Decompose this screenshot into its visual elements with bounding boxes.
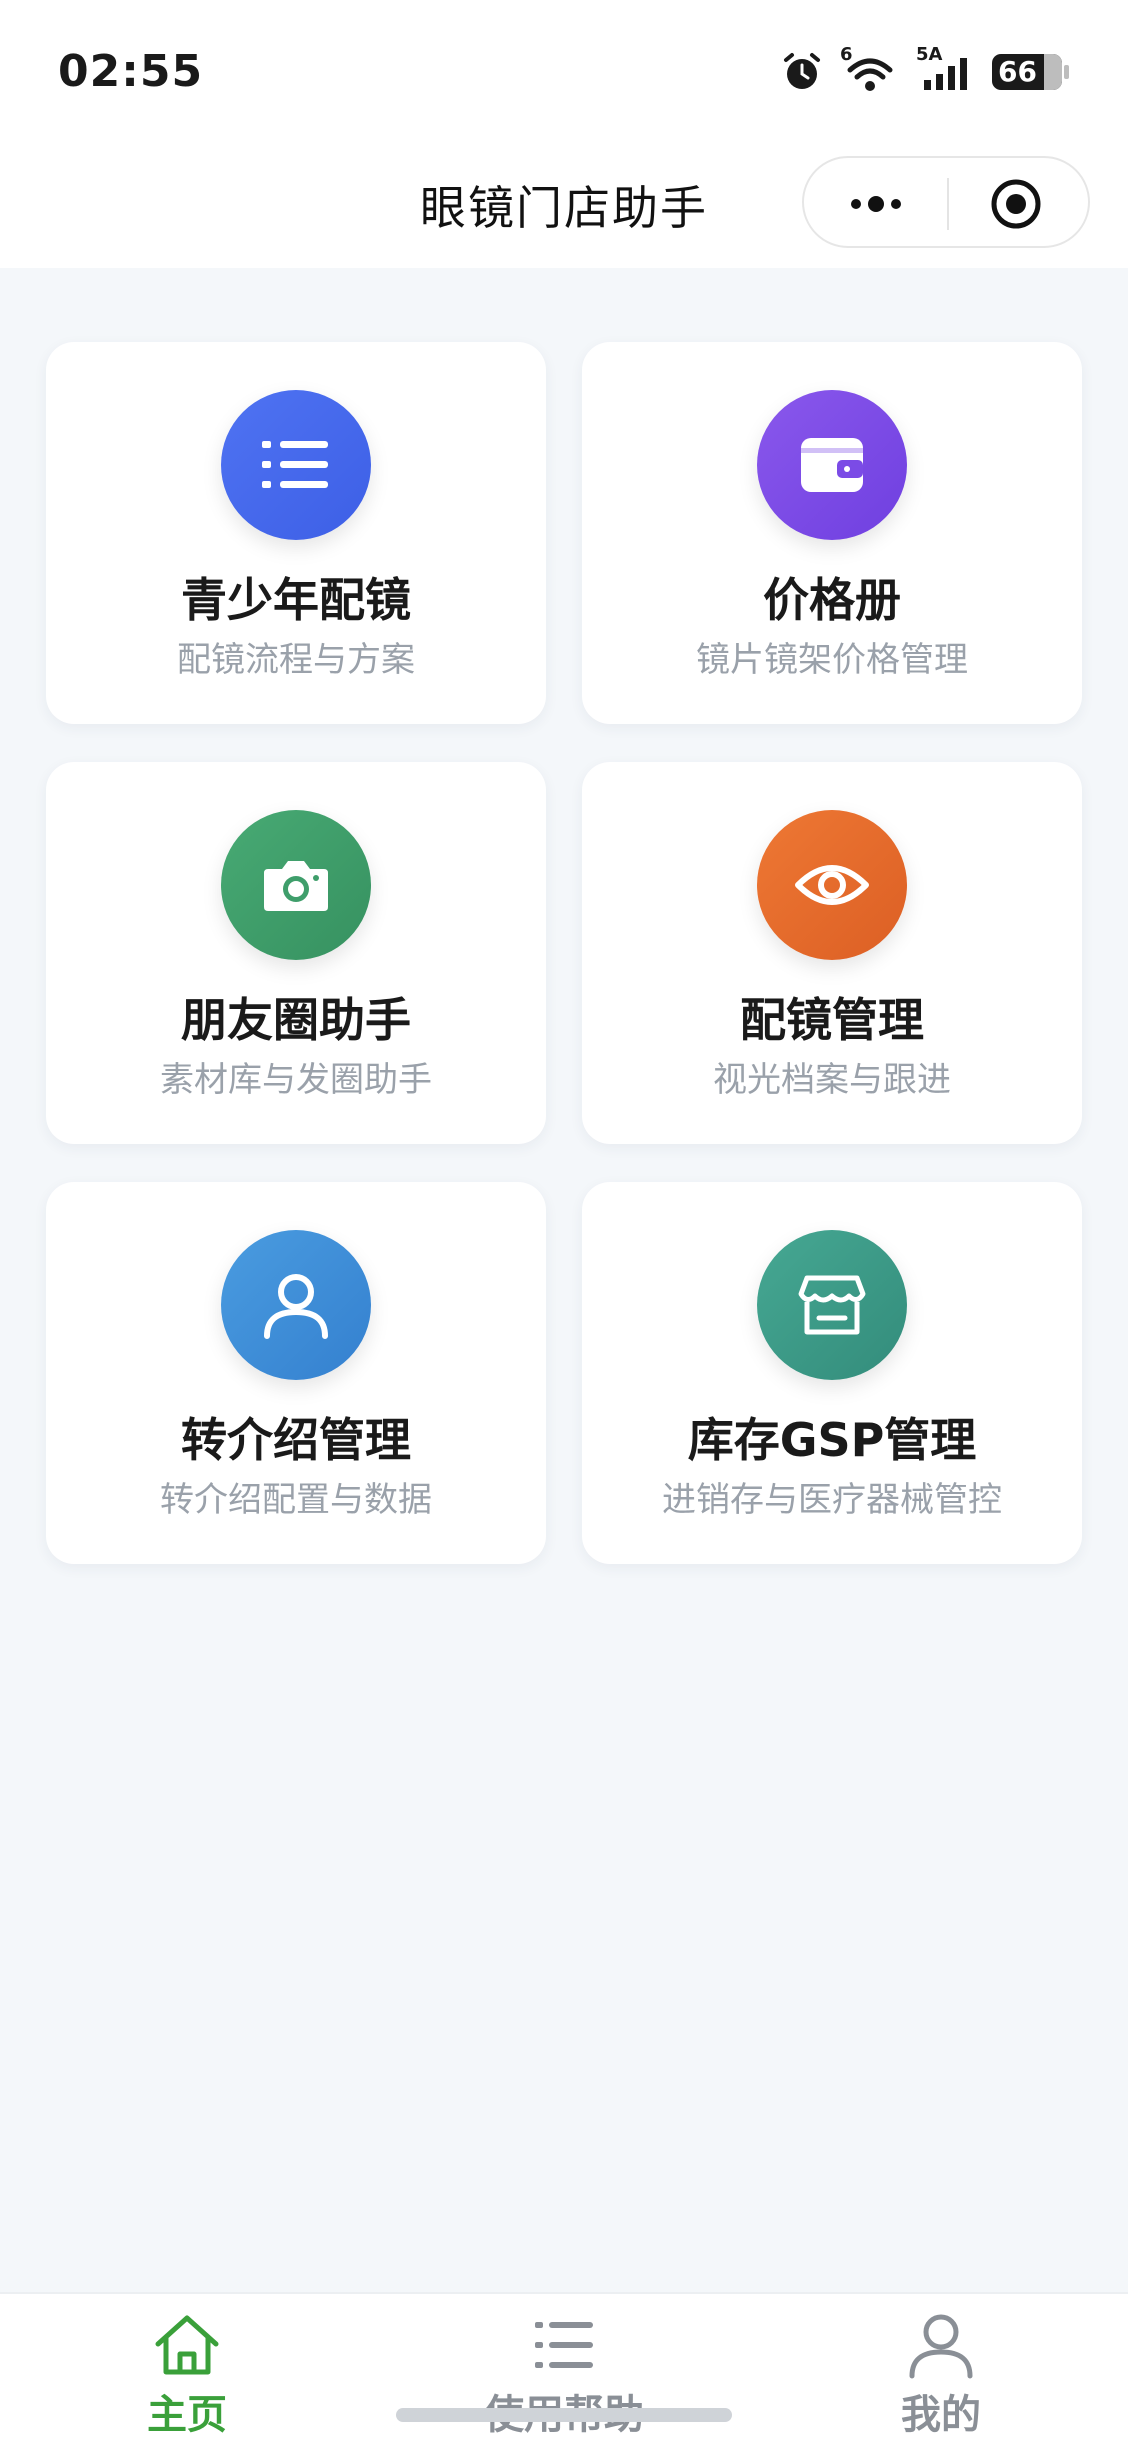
card-icon-wrap xyxy=(757,390,907,540)
card-moments-assistant[interactable]: 朋友圈助手 素材库与发圈助手 xyxy=(46,762,546,1144)
card-subtitle: 镜片镜架价格管理 xyxy=(696,640,968,680)
alarm-icon xyxy=(784,53,820,89)
card-title: 青少年配镜 xyxy=(181,573,411,627)
card-title: 价格册 xyxy=(763,573,901,627)
camera-icon xyxy=(264,861,328,911)
tab-home[interactable]: 主页 xyxy=(57,2294,317,2444)
card-inventory-gsp[interactable]: 库存GSP管理 进销存与医疗器械管控 xyxy=(582,1182,1082,1564)
card-title: 转介绍管理 xyxy=(181,1413,411,1467)
list-icon xyxy=(535,2322,593,2368)
tab-label: 主页 xyxy=(147,2392,227,2438)
card-title: 朋友圈助手 xyxy=(181,993,411,1047)
status-time: 02:55 xyxy=(58,46,204,97)
card-youth-glasses[interactable]: 青少年配镜 配镜流程与方案 xyxy=(46,342,546,724)
home-icon xyxy=(155,2315,219,2375)
battery-icon: 66 xyxy=(992,52,1070,92)
store-icon xyxy=(798,1275,866,1335)
card-icon-wrap xyxy=(757,810,907,960)
nav-bar: 眼镜门店助手 xyxy=(0,150,1128,268)
card-title: 库存GSP管理 xyxy=(687,1413,977,1467)
miniprogram-capsule xyxy=(802,156,1090,248)
card-subtitle: 配镜流程与方案 xyxy=(177,640,415,680)
cell-signal-icon: 5A xyxy=(916,44,976,94)
card-subtitle: 视光档案与跟进 xyxy=(713,1060,951,1100)
home-indicator xyxy=(396,2408,732,2422)
wifi-icon: 6 xyxy=(840,44,900,94)
card-subtitle: 素材库与发圈助手 xyxy=(160,1060,432,1100)
list-icon xyxy=(262,441,328,488)
card-subtitle: 进销存与医疗器械管控 xyxy=(662,1480,1002,1520)
card-glasses-management[interactable]: 配镜管理 视光档案与跟进 xyxy=(582,762,1082,1144)
tab-label: 我的 xyxy=(901,2392,981,2438)
card-icon-wrap xyxy=(221,1230,371,1380)
user-icon xyxy=(909,2314,973,2379)
user-icon xyxy=(264,1274,328,1339)
capsule-divider xyxy=(947,178,949,230)
tab-mine[interactable]: 我的 xyxy=(811,2294,1071,2444)
card-icon-wrap xyxy=(757,1230,907,1380)
card-icon-wrap xyxy=(221,390,371,540)
more-icon[interactable] xyxy=(844,180,908,228)
close-target-icon[interactable] xyxy=(990,178,1042,230)
status-icons: 6 5A 66 xyxy=(780,44,1070,94)
card-title: 配镜管理 xyxy=(740,993,924,1047)
card-subtitle: 转介绍配置与数据 xyxy=(160,1480,432,1520)
battery-level: 66 xyxy=(998,55,1037,88)
status-bar: 02:55 6 5A 66 xyxy=(0,0,1128,150)
card-icon-wrap xyxy=(221,810,371,960)
eye-icon xyxy=(795,865,869,905)
card-referral-management[interactable]: 转介绍管理 转介绍配置与数据 xyxy=(46,1182,546,1564)
card-price-book[interactable]: 价格册 镜片镜架价格管理 xyxy=(582,342,1082,724)
wallet-icon xyxy=(801,438,863,492)
